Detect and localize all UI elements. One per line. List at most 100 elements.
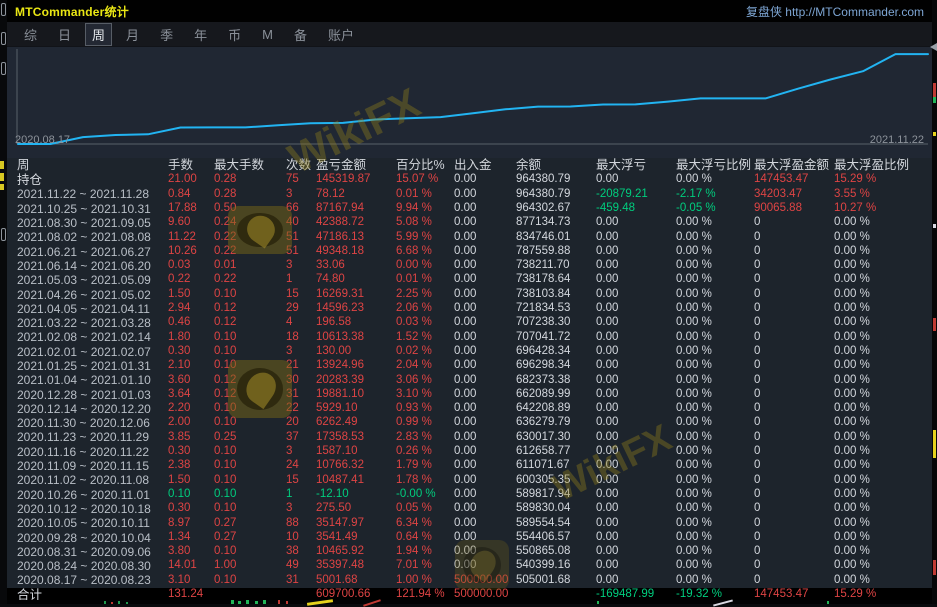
table-row: 2021.04.05 ~ 2021.04.112.940.122914596.2… [7,302,932,316]
table-cell: 0.00 % [831,460,932,472]
table-cell: 0.00 % [673,532,751,544]
chart-end-date: 2021.11.22 [870,134,924,146]
table-cell: 0.28 [211,174,283,186]
table-cell: 2.10 [165,360,211,372]
table-cell: 2.00 [165,417,211,429]
table-cell: 3.06 % [393,375,451,387]
header-cell: 最大浮盈金额 [751,159,831,172]
table-cell: 0.03 [165,260,211,272]
table-cell: 0.00 [451,503,513,515]
table-cell: 2021.02.08 ~ 2021.02.14 [7,331,165,343]
table-cell: 0.00 [451,446,513,458]
table-cell: 964380.79 [513,189,593,201]
table-cell: 0.00 % [831,303,932,315]
table-cell: 1.94 % [393,546,451,558]
table-cell: 0.02 % [393,346,451,358]
table-cell: 0.00 [451,546,513,558]
edge-artifact [933,132,936,136]
table-cell: 0 [751,360,831,372]
menu-item-6[interactable]: 币 [221,23,248,46]
table-cell: 1.50 [165,289,211,301]
table-cell: 589817.94 [513,489,593,501]
table-cell: 3.10 % [393,389,451,401]
table-cell: 51 [283,232,313,244]
table-cell: 0.00 % [831,446,932,458]
table-cell: -0.00 % [393,489,451,501]
table-cell: 0.00 % [831,317,932,329]
menu-item-0[interactable]: 综 [17,23,44,46]
table-row: 2020.08.31 ~ 2020.09.063.800.103810465.9… [7,545,932,559]
table-cell: 2020.12.14 ~ 2020.12.20 [7,403,165,415]
table-cell: 15.29 % [831,589,932,601]
chart-artifact [263,600,266,604]
table-cell: 18 [283,332,313,344]
table-cell: 10.27 % [831,203,932,215]
table-cell: 145319.87 [313,174,393,186]
table-cell: 16269.31 [313,289,393,301]
menu-item-9[interactable]: 账户 [321,23,361,46]
right-edge-strip [932,0,937,604]
table-cell: 0.00 % [673,518,751,530]
table-cell: 2021.08.02 ~ 2021.08.08 [7,231,165,243]
table-cell: 0 [751,489,831,501]
table-cell: 15 [283,475,313,487]
table-cell: 0.00 [593,560,673,572]
table-cell: 0.22 [211,274,283,286]
table-cell: 0.30 [165,346,211,358]
menu-item-8[interactable]: 备 [287,23,314,46]
table-cell: 0.00 [593,317,673,329]
table-cell: 0.10 [165,489,211,501]
table-row: 2021.01.04 ~ 2021.01.103.600.123020283.3… [7,373,932,387]
table-cell: 0.10 [211,332,283,344]
table-cell: 0 [751,417,831,429]
table-cell: 0.00 % [673,575,751,587]
table-cell: 0.00 [593,346,673,358]
table-cell: 66 [283,203,313,215]
table-cell: 0.00 [451,232,513,244]
table-cell: 2021.03.22 ~ 2021.03.28 [7,317,165,329]
table-cell: 147453.47 [751,589,831,601]
table-cell: 0.00 [593,375,673,387]
table-cell: 0 [751,317,831,329]
table-cell: 2020.11.30 ~ 2020.12.06 [7,417,165,429]
table-cell: 0.00 [593,446,673,458]
table-cell: 0.00 % [831,246,932,258]
menu-item-7[interactable]: M [255,25,280,44]
table-cell: 500000.00 [451,575,513,587]
table-cell: 0 [751,532,831,544]
table-cell: 0.00 % [831,475,932,487]
table-cell: 0.00 [451,403,513,415]
table-cell: 3541.49 [313,532,393,544]
table-cell: 196.58 [313,317,393,329]
table-cell: 0.00 % [673,274,751,286]
table-cell: 0.00 % [831,217,932,229]
table-cell: 2020.09.28 ~ 2020.10.04 [7,532,165,544]
header-cell: 最大浮亏比例 [673,159,751,172]
table-cell: 2021.01.25 ~ 2021.01.31 [7,360,165,372]
table-cell: 636279.79 [513,417,593,429]
table-cell: 5.08 % [393,217,451,229]
menu-item-2[interactable]: 周 [85,23,112,46]
table-cell: 611071.67 [513,460,593,472]
table-cell: 0.46 [165,317,211,329]
table-cell: 0.22 [165,274,211,286]
table-cell: 78.12 [313,189,393,201]
table-cell: -459.48 [593,203,673,215]
header-cell: 出入金 [451,159,513,172]
main-panel: MTCommander统计 复盘侠 http://MTCommander.com… [7,0,932,604]
table-cell: 2020.10.05 ~ 2020.10.11 [7,517,165,529]
menu-item-5[interactable]: 年 [187,23,214,46]
table-row: 2020.10.26 ~ 2020.11.010.100.101-12.10-0… [7,488,932,502]
brand-link[interactable]: 复盘侠 http://MTCommander.com [746,3,924,20]
table-cell: 0.22 [211,232,283,244]
menu-item-4[interactable]: 季 [153,23,180,46]
table-cell: 0.27 [211,518,283,530]
menu-item-3[interactable]: 月 [119,23,146,46]
table-cell: 0.00 [451,489,513,501]
table-cell: 500000.00 [451,589,513,601]
menu-item-1[interactable]: 日 [51,23,78,46]
table-cell: 612658.77 [513,446,593,458]
table-row: 2021.02.01 ~ 2021.02.070.300.103130.000.… [7,345,932,359]
table-cell: 0.00 [451,432,513,444]
table-cell: 持仓 [7,174,165,187]
